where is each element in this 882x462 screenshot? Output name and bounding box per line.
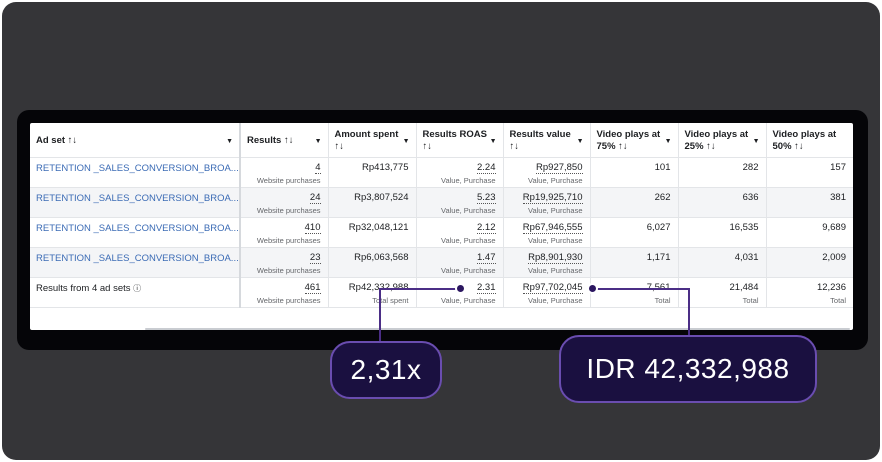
results-cell: 4 Website purchases <box>240 157 329 188</box>
dropdown-arrow-icon[interactable]: ▼ <box>226 136 233 148</box>
dropdown-arrow-icon[interactable]: ▼ <box>665 136 672 148</box>
column-header-video-plays-50[interactable]: Video plays at 50% ↑↓ <box>766 123 853 158</box>
spent-connector-line <box>688 288 690 336</box>
ad-set-name-link[interactable]: RETENTION _SALES_CONVERSION_BROA... <box>30 187 241 218</box>
roas-cell: 1.47 Value, Purchase <box>416 247 504 278</box>
ad-set-name-link[interactable]: RETENTION _SALES_CONVERSION_BROA... <box>30 247 241 278</box>
column-header-video-plays-25[interactable]: Video plays at 25% ↑↓ ▼ <box>678 123 767 158</box>
video-plays-25-cell: 4,031 <box>678 247 767 278</box>
total-row-label: Results from 4 ad sets ⓘ <box>30 277 241 308</box>
ad-set-name-link[interactable]: RETENTION _SALES_CONVERSION_BROA... <box>30 217 241 248</box>
results-cell: 410 Website purchases <box>240 217 329 248</box>
video-plays-50-cell: 2,009 <box>766 247 853 278</box>
total-video-plays-50-cell: 12,236 Total <box>766 277 853 308</box>
info-icon[interactable]: ⓘ <box>133 284 141 293</box>
roas-cell: 2.12 Value, Purchase <box>416 217 504 248</box>
results-cell: 23 Website purchases <box>240 247 329 278</box>
total-row: Results from 4 ad sets ⓘ 461 Website purc… <box>30 277 853 308</box>
column-header-results-value[interactable]: Results value ↑↓ ▼ <box>503 123 591 158</box>
dropdown-arrow-icon[interactable]: ▼ <box>753 136 760 148</box>
sort-icon[interactable]: ↑↓ <box>335 141 345 152</box>
amount-spent-cell: Rp3,807,524 <box>328 187 417 218</box>
column-label: Ad set ↑↓ <box>36 135 78 146</box>
total-video-plays-75-cell: 7,561 Total <box>590 277 679 308</box>
video-plays-25-cell: 636 <box>678 187 767 218</box>
amount-spent-cell: Rp413,775 <box>328 157 417 188</box>
column-header-amount-spent[interactable]: Amount spent ↑↓ ▼ <box>328 123 417 158</box>
table-row[interactable]: RETENTION _SALES_CONVERSION_BROA... 4 Web… <box>30 157 853 188</box>
sort-icon[interactable]: ↑↓ <box>510 141 520 152</box>
ads-manager-table-panel: Ad set ↑↓ ▼ Results ↑↓ ▼ Amount spent ↑↓… <box>30 123 853 330</box>
column-label-line2: 25% ↑↓ <box>684 141 716 152</box>
video-plays-50-cell: 9,689 <box>766 217 853 248</box>
column-label: Video plays at <box>596 129 661 140</box>
column-header-ad-set[interactable]: Ad set ↑↓ ▼ <box>30 123 241 158</box>
results-value-cell: Rp927,850 Value, Purchase <box>503 157 591 188</box>
dropdown-arrow-icon[interactable]: ▼ <box>315 136 322 148</box>
amount-spent-cell: Rp32,048,121 <box>328 217 417 248</box>
spent-connector-line <box>594 288 690 290</box>
video-plays-75-cell: 1,171 <box>590 247 679 278</box>
total-video-plays-25-cell: 21,484 Total <box>678 277 767 308</box>
table-row[interactable]: RETENTION _SALES_CONVERSION_BROA... 24 We… <box>30 187 853 218</box>
total-value-cell: Rp97,702,045 Value, Purchase <box>503 277 591 308</box>
sort-icon[interactable]: ↑↓ <box>423 141 433 152</box>
dropdown-arrow-icon[interactable]: ▼ <box>490 136 497 148</box>
dropdown-arrow-icon[interactable]: ▼ <box>577 136 584 148</box>
results-value-cell: Rp19,925,710 Value, Purchase <box>503 187 591 218</box>
horizontal-scrollbar[interactable] <box>145 328 850 330</box>
total-spent-cell: Rp42,332,988 Total spent <box>328 277 417 308</box>
spent-marker-dot <box>587 283 598 294</box>
roas-marker-dot <box>455 283 466 294</box>
video-plays-25-cell: 16,535 <box>678 217 767 248</box>
column-label: Results ROAS <box>422 129 487 140</box>
roas-cell: 2.24 Value, Purchase <box>416 157 504 188</box>
column-header-video-plays-75[interactable]: Video plays at 75% ↑↓ ▼ <box>590 123 679 158</box>
column-label: Results ↑↓ <box>247 135 294 146</box>
column-label: Results value <box>509 129 571 140</box>
video-plays-75-cell: 6,027 <box>590 217 679 248</box>
spent-callout-badge: IDR 42,332,988 <box>559 335 817 403</box>
roas-cell: 5.23 Value, Purchase <box>416 187 504 218</box>
video-plays-75-cell: 262 <box>590 187 679 218</box>
amount-spent-cell: Rp6,063,568 <box>328 247 417 278</box>
video-plays-25-cell: 282 <box>678 157 767 188</box>
video-plays-50-cell: 381 <box>766 187 853 218</box>
dropdown-arrow-icon[interactable]: ▼ <box>403 136 410 148</box>
column-label-line2: 75% ↑↓ <box>596 141 628 152</box>
column-header-results-roas[interactable]: Results ROAS ↑↓ ▼ <box>416 123 504 158</box>
header-row: Ad set ↑↓ ▼ Results ↑↓ ▼ Amount spent ↑↓… <box>30 123 853 158</box>
column-label-line2: 50% ↑↓ <box>772 141 804 152</box>
results-value-cell: Rp8,901,930 Value, Purchase <box>503 247 591 278</box>
roas-connector-line <box>379 288 462 290</box>
roas-connector-line <box>379 288 381 343</box>
ad-sets-table: Ad set ↑↓ ▼ Results ↑↓ ▼ Amount spent ↑↓… <box>30 123 853 308</box>
column-label: Amount spent <box>334 129 399 140</box>
column-header-results[interactable]: Results ↑↓ ▼ <box>240 123 329 158</box>
total-results-cell: 461 Website purchases <box>240 277 329 308</box>
video-plays-75-cell: 101 <box>590 157 679 188</box>
table-row[interactable]: RETENTION _SALES_CONVERSION_BROA... 23 We… <box>30 247 853 278</box>
results-value-cell: Rp67,946,555 Value, Purchase <box>503 217 591 248</box>
roas-callout-badge: 2,31x <box>330 341 442 399</box>
table-row[interactable]: RETENTION _SALES_CONVERSION_BROA... 410 W… <box>30 217 853 248</box>
results-cell: 24 Website purchases <box>240 187 329 218</box>
column-label: Video plays at <box>772 129 837 140</box>
ad-set-name-link[interactable]: RETENTION _SALES_CONVERSION_BROA... <box>30 157 241 188</box>
video-plays-50-cell: 157 <box>766 157 853 188</box>
column-label: Video plays at <box>684 129 749 140</box>
